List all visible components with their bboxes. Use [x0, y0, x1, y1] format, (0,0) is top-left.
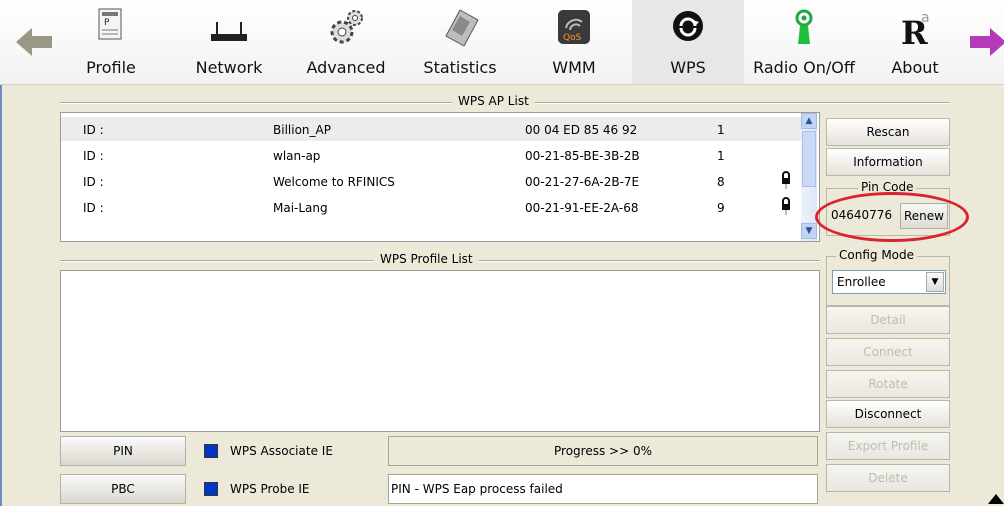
- about-r-icon: R a: [901, 10, 930, 50]
- radio-antenna-icon: [795, 9, 813, 44]
- highlight-annotation-ellipse: [815, 192, 969, 242]
- toolbar-about-button[interactable]: R a About: [880, 0, 950, 84]
- ap-row-id: ID :: [83, 201, 104, 215]
- ap-row-channel: 1: [717, 149, 725, 163]
- ap-row[interactable]: ID : Welcome to RFINICS 00-21-27-6A-2B-7…: [61, 169, 801, 193]
- toolbar-network-button[interactable]: Network: [184, 0, 274, 84]
- connect-button[interactable]: Connect: [826, 338, 950, 366]
- forward-arrow-icon[interactable]: [968, 22, 1004, 62]
- toolbar-profile-label: Profile: [86, 58, 136, 77]
- ap-row-id: ID :: [83, 123, 104, 137]
- statistics-calculator-icon: [445, 9, 479, 47]
- toolbar-advanced-button[interactable]: Advanced: [296, 0, 396, 84]
- toolbar-about-label: About: [891, 58, 939, 77]
- toolbar-profile-button[interactable]: P Profile: [76, 0, 146, 84]
- ap-row[interactable]: ID : wlan-ap 00-21-85-BE-3B-2B 1: [61, 143, 801, 167]
- resize-corner-icon: [988, 494, 1004, 504]
- profile-icon: P: [98, 8, 122, 40]
- toolbar: P Profile Network Advanced Statistics Qo…: [0, 0, 1004, 85]
- svg-text:a: a: [921, 10, 930, 26]
- ap-row-id: ID :: [83, 149, 104, 163]
- disconnect-button[interactable]: Disconnect: [826, 400, 950, 428]
- ap-row-id: ID :: [83, 175, 104, 189]
- wps-associate-ie-checkbox[interactable]: [204, 444, 218, 458]
- config-mode-selected: Enrollee: [837, 275, 886, 289]
- network-icon: [211, 22, 247, 41]
- ap-row-ssid: Welcome to RFINICS: [273, 175, 395, 189]
- toolbar-wmm-button[interactable]: QoS WMM: [536, 0, 612, 84]
- status-message: PIN - WPS Eap process failed: [388, 474, 818, 504]
- wps-ap-list-title: WPS AP List: [452, 94, 535, 108]
- detail-button[interactable]: Detail: [826, 306, 950, 334]
- pbc-button[interactable]: PBC: [60, 474, 186, 504]
- ap-row-mac: 00-21-85-BE-3B-2B: [525, 149, 640, 163]
- config-mode-title: Config Mode: [836, 248, 918, 262]
- wps-profile-list-title: WPS Profile List: [374, 252, 479, 266]
- lock-icon: [781, 197, 791, 218]
- toolbar-wps-button[interactable]: WPS: [632, 0, 744, 84]
- ap-row-mac: 00-21-27-6A-2B-7E: [525, 175, 640, 189]
- ap-row-ssid: Billion_AP: [273, 123, 331, 137]
- advanced-gears-icon: [330, 10, 363, 44]
- toolbar-statistics-button[interactable]: Statistics: [410, 0, 510, 84]
- ap-row-ssid: wlan-ap: [273, 149, 321, 163]
- ap-row-channel: 9: [717, 201, 725, 215]
- export-profile-button[interactable]: Export Profile: [826, 432, 950, 460]
- toolbar-wps-label: WPS: [670, 58, 706, 77]
- ap-row-channel: 1: [717, 123, 725, 137]
- pin-button[interactable]: PIN: [60, 436, 186, 466]
- scroll-up-icon[interactable]: ▲: [801, 113, 817, 129]
- config-mode-select[interactable]: Enrollee ▼: [832, 270, 946, 294]
- scroll-down-icon[interactable]: ▼: [801, 223, 817, 239]
- ap-row-ssid: Mai-Lang: [273, 201, 328, 215]
- wps-probe-ie-checkbox[interactable]: [204, 482, 218, 496]
- ap-row-mac: 00-21-91-EE-2A-68: [525, 201, 639, 215]
- chevron-down-icon[interactable]: ▼: [926, 272, 944, 292]
- toolbar-statistics-label: Statistics: [423, 58, 497, 77]
- wps-profile-list[interactable]: [60, 270, 820, 432]
- svg-text:P: P: [104, 18, 110, 28]
- ap-row-channel: 8: [717, 175, 725, 189]
- toolbar-advanced-label: Advanced: [306, 58, 386, 77]
- wps-associate-ie-label: WPS Associate IE: [230, 444, 333, 458]
- wps-probe-ie-label: WPS Probe IE: [230, 482, 310, 496]
- toolbar-radio-button[interactable]: Radio On/Off: [748, 0, 860, 84]
- toolbar-wmm-label: WMM: [552, 58, 596, 77]
- toolbar-radio-label: Radio On/Off: [753, 58, 855, 77]
- wps-ap-list[interactable]: ID : Billion_AP 00 04 ED 85 46 92 1 ID :…: [60, 112, 820, 242]
- ap-row[interactable]: ID : Mai-Lang 00-21-91-EE-2A-68 9: [61, 195, 801, 219]
- ap-row[interactable]: ID : Billion_AP 00 04 ED 85 46 92 1: [61, 117, 801, 141]
- wmm-qos-icon: QoS: [558, 10, 590, 44]
- rescan-button[interactable]: Rescan: [826, 118, 950, 146]
- rotate-button[interactable]: Rotate: [826, 370, 950, 398]
- ap-row-mac: 00 04 ED 85 46 92: [525, 123, 638, 137]
- back-arrow-icon[interactable]: [14, 22, 54, 62]
- delete-button[interactable]: Delete: [826, 464, 950, 492]
- wps-icon: [673, 11, 703, 41]
- ap-list-scrollbar[interactable]: ▲ ▼: [801, 113, 817, 241]
- information-button[interactable]: Information: [826, 148, 950, 176]
- scroll-thumb[interactable]: [802, 131, 816, 187]
- toolbar-network-label: Network: [195, 58, 263, 77]
- lock-icon: [781, 171, 791, 192]
- svg-text:QoS: QoS: [563, 33, 582, 43]
- progress-indicator: Progress >> 0%: [388, 436, 818, 466]
